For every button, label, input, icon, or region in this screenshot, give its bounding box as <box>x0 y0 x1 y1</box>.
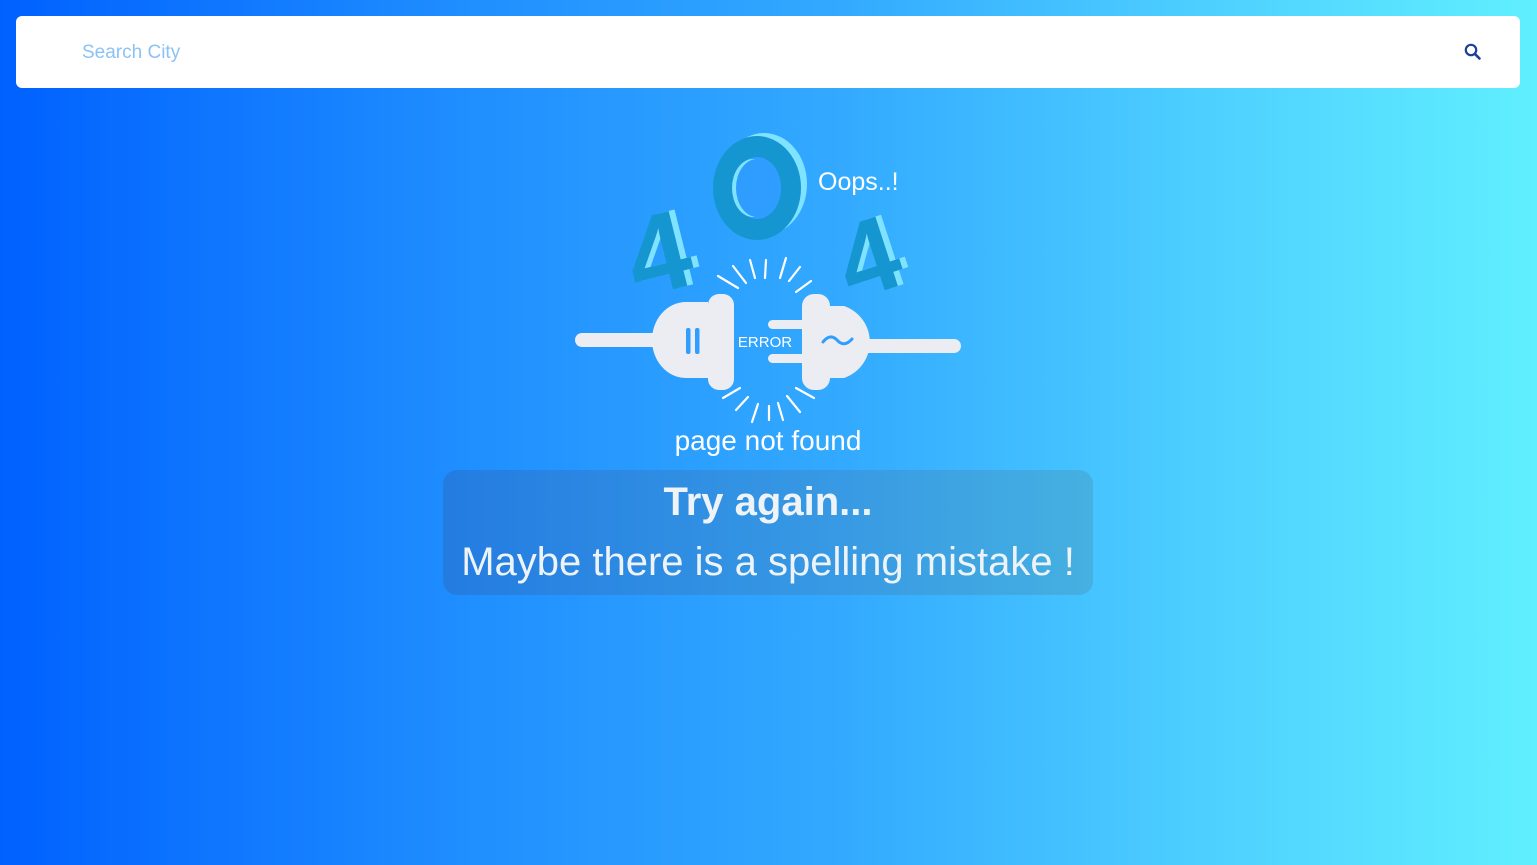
digit-four-right: 4 4 <box>822 191 920 323</box>
spark-lines-top <box>716 256 813 294</box>
message-title: Try again... <box>663 480 873 524</box>
digit-four-left: 4 4 <box>613 184 710 322</box>
message-text: Maybe there is a spelling mistake ! <box>461 540 1075 584</box>
oops-label: Oops..! <box>818 168 899 196</box>
svg-text:4: 4 <box>613 185 704 321</box>
spark-lines-bottom <box>721 386 816 424</box>
digit-zero <box>713 133 807 240</box>
search-bar <box>16 16 1520 88</box>
search-button[interactable] <box>1462 41 1484 63</box>
error-404-illustration: 4 4 4 4 Oops..! ERROR page not found <box>575 133 961 456</box>
search-icon <box>1464 43 1481 60</box>
error-badge: ERROR <box>738 334 792 351</box>
error-message-box: Try again... Maybe there is a spelling m… <box>443 470 1093 595</box>
page-not-found-caption: page not found <box>675 425 862 456</box>
search-input[interactable] <box>80 34 1424 72</box>
